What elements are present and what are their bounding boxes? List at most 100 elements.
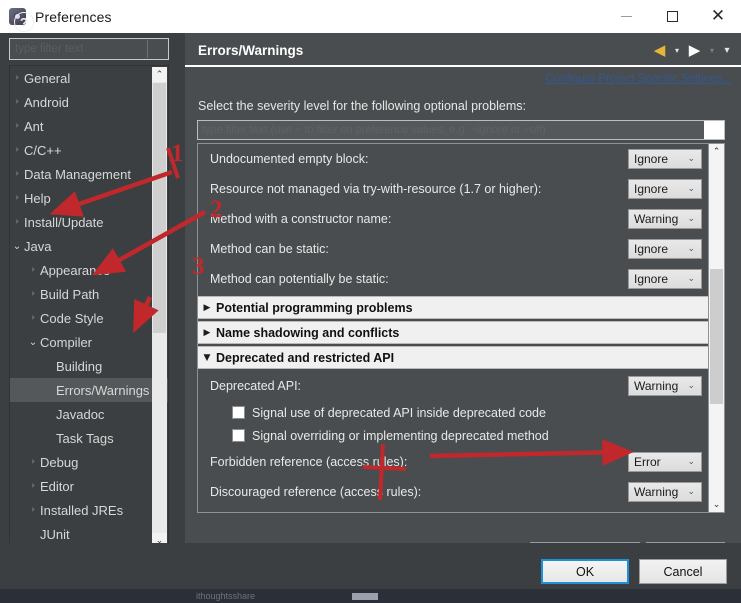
sidebar-item-code-style[interactable]: › Code Style (10, 306, 168, 330)
back-dropdown-icon[interactable]: ▾ (671, 42, 683, 59)
chevron-right-icon[interactable]: › (10, 97, 24, 107)
chevron-right-icon[interactable]: › (26, 265, 40, 275)
severity-combobox[interactable]: Warning ⌄ (628, 482, 702, 502)
sidebar-item-building[interactable]: ·Building (10, 354, 168, 378)
severity-value: Warning (634, 485, 679, 499)
back-icon[interactable]: ◀ (651, 42, 668, 59)
section-header[interactable]: ▼ Deprecated and restricted API (198, 346, 708, 369)
sidebar-item-label: Help (24, 190, 51, 206)
chevron-down-icon[interactable]: ⌄ (687, 381, 695, 391)
triangle-right-icon[interactable]: ▶ (198, 328, 216, 338)
checkbox[interactable] (232, 429, 245, 442)
minimize-icon (620, 16, 632, 17)
value-filter-input[interactable]: type filter text (use ~ to filter on pre… (197, 120, 725, 140)
severity-combobox[interactable]: Ignore ⌄ (628, 179, 702, 199)
sidebar-item-install-update[interactable]: › Install/Update (10, 210, 168, 234)
forward-icon[interactable]: ▶ (686, 42, 703, 59)
sidebar-item-compiler[interactable]: ⌄ Compiler (10, 330, 168, 354)
sidebar-item-ant[interactable]: › Ant (10, 114, 168, 138)
sidebar-item-debug[interactable]: › Debug (10, 450, 168, 474)
chevron-right-icon[interactable]: › (26, 505, 40, 515)
sidebar-item-label: Compiler (40, 334, 93, 350)
chevron-right-icon[interactable]: › (26, 481, 40, 491)
preferences-tree[interactable]: › General › Android › Ant › C/C++ › Data Manageme… (9, 65, 169, 550)
chevron-down-icon[interactable]: ⌄ (26, 337, 40, 348)
chevron-down-icon[interactable]: ⌄ (687, 214, 695, 224)
sidebar-item-build-path[interactable]: › Build Path (10, 282, 168, 306)
close-button[interactable]: ✕ (695, 0, 741, 33)
chevron-down-icon[interactable]: ⌄ (687, 244, 695, 254)
severity-value: Ignore (634, 182, 669, 196)
sidebar-item-label: Appearance (40, 262, 111, 278)
options-scroll-down-icon[interactable]: ⌄ (709, 497, 724, 512)
help-icon[interactable]: ? (14, 12, 34, 32)
chevron-down-icon[interactable]: ⌄ (687, 457, 695, 467)
taskbar-item[interactable]: ithoughtsshare (196, 591, 255, 601)
section-header[interactable]: ▶ Name shadowing and conflicts (198, 321, 708, 344)
chevron-down-icon[interactable]: ⌄ (687, 274, 695, 284)
chevron-down-icon[interactable]: ⌄ (10, 241, 24, 252)
severity-combobox[interactable]: Warning ⌄ (628, 376, 702, 396)
chevron-right-icon[interactable]: › (10, 145, 24, 155)
taskbar-chip (352, 593, 378, 600)
chevron-down-icon[interactable]: ⌄ (687, 154, 695, 164)
triangle-right-icon[interactable]: ▶ (198, 303, 216, 313)
sidebar-item-installed-jres[interactable]: › Installed JREs (10, 498, 168, 522)
page-menu-icon[interactable]: ▾ (721, 42, 733, 59)
value-filter-clear[interactable] (704, 121, 724, 139)
sidebar-item-errors-warnings[interactable]: ·Errors/Warnings (10, 378, 168, 402)
triangle-down-icon[interactable]: ▼ (198, 353, 216, 363)
sidebar-item-editor[interactable]: › Editor (10, 474, 168, 498)
configure-project-specific-settings-link[interactable]: Configure Project Specific Settings... (545, 73, 732, 85)
option-row: Method can potentially be static: Ignore ⌄ (198, 264, 708, 294)
sidebar-scroll-up-icon[interactable]: ⌃ (152, 67, 167, 82)
sidebar-filter-input[interactable]: type filter text (9, 38, 169, 60)
section-header[interactable]: ▶ Potential programming problems (198, 296, 708, 319)
sidebar-scroll-thumb[interactable] (153, 83, 166, 333)
sidebar-item-data-management[interactable]: › Data Management (10, 162, 168, 186)
sidebar-item-label: Editor (40, 478, 74, 494)
chevron-right-icon[interactable]: › (10, 121, 24, 131)
chevron-right-icon[interactable]: › (26, 313, 40, 323)
severity-combobox[interactable]: Ignore ⌄ (628, 239, 702, 259)
sidebar-item-javadoc[interactable]: ·Javadoc (10, 402, 168, 426)
chevron-down-icon[interactable]: ⌄ (687, 487, 695, 497)
severity-combobox[interactable]: Error ⌄ (628, 452, 702, 472)
sidebar-item-help[interactable]: › Help (10, 186, 168, 210)
sidebar-item-c-c[interactable]: › C/C++ (10, 138, 168, 162)
sidebar-vertical-scrollbar[interactable]: ⌃ ⌄ (152, 67, 167, 548)
sidebar-item-label: Java (24, 238, 52, 254)
chevron-right-icon[interactable]: › (26, 457, 40, 467)
chevron-right-icon[interactable]: › (10, 73, 24, 83)
tree-leaf-spacer: · (26, 529, 40, 539)
sidebar-item-label: Android (24, 94, 69, 110)
maximize-button[interactable] (649, 0, 695, 33)
cancel-button[interactable]: Cancel (639, 559, 727, 584)
sidebar-item-java[interactable]: ⌄ Java (10, 234, 168, 258)
options-scroll-up-icon[interactable]: ⌃ (709, 144, 724, 159)
options-scroll-thumb[interactable] (710, 269, 723, 404)
severity-value: Error (634, 455, 661, 469)
chevron-right-icon[interactable]: › (10, 217, 24, 227)
severity-combobox[interactable]: Warning ⌄ (628, 209, 702, 229)
sidebar-item-label: Ant (24, 118, 44, 134)
severity-combobox[interactable]: Ignore ⌄ (628, 149, 702, 169)
sidebar-item-android[interactable]: › Android (10, 90, 168, 114)
chevron-down-icon[interactable]: ⌄ (687, 184, 695, 194)
tree-leaf-spacer: · (42, 385, 56, 395)
options-vertical-scrollbar[interactable]: ⌃ ⌄ (708, 144, 724, 512)
checkbox-row[interactable]: Signal use of deprecated API inside depr… (198, 401, 708, 424)
severity-combobox[interactable]: Ignore ⌄ (628, 269, 702, 289)
chevron-right-icon[interactable]: › (10, 169, 24, 179)
chevron-right-icon[interactable]: › (26, 289, 40, 299)
sidebar-item-general[interactable]: › General (10, 66, 168, 90)
sidebar-item-appearance[interactable]: › Appearance (10, 258, 168, 282)
forward-dropdown-icon[interactable]: ▾ (706, 42, 718, 59)
sidebar-item-task-tags[interactable]: ·Task Tags (10, 426, 168, 450)
minimize-button[interactable] (603, 0, 649, 33)
ok-button[interactable]: OK (541, 559, 629, 584)
checkbox[interactable] (232, 406, 245, 419)
sidebar-filter-clear[interactable] (147, 40, 167, 58)
chevron-right-icon[interactable]: › (10, 193, 24, 203)
checkbox-row[interactable]: Signal overriding or implementing deprec… (198, 424, 708, 447)
